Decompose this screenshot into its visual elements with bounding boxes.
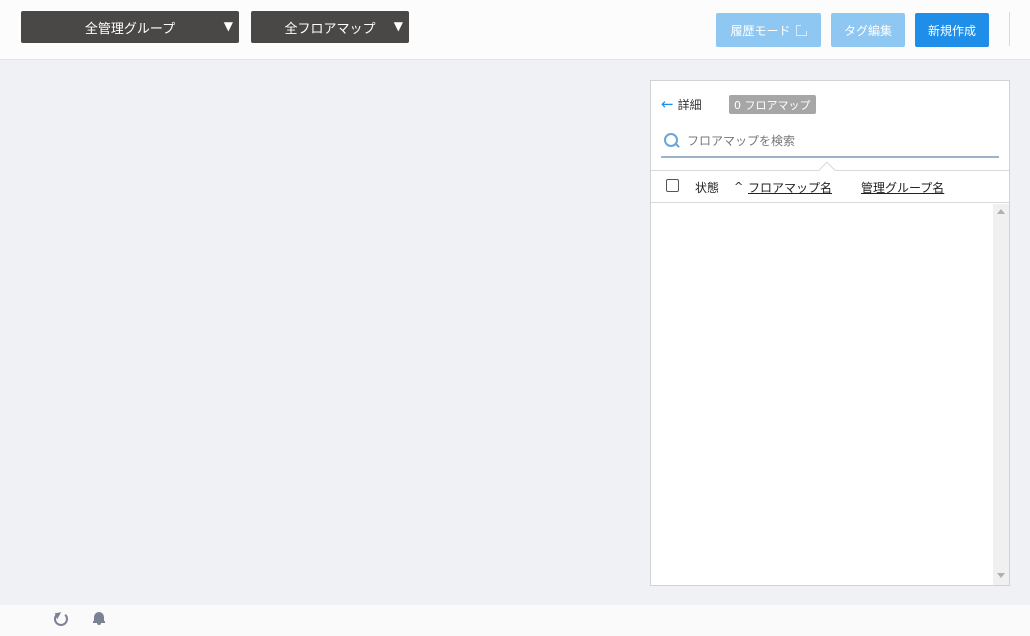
management-group-dropdown-label: 全管理グループ	[84, 21, 176, 37]
dropdown-arrow-icon: ▼	[223, 19, 233, 33]
scroll-up-icon[interactable]	[997, 209, 1005, 214]
tag-edit-button[interactable]: タグ編集	[831, 13, 905, 47]
column-floor-map-name[interactable]: フロアマップ名	[748, 179, 832, 196]
dropdown-arrow-icon: ▼	[393, 19, 403, 33]
header-pointer	[818, 161, 836, 179]
detail-toggle[interactable]: ← 詳細	[661, 96, 702, 113]
select-all-checkbox[interactable]	[666, 179, 679, 192]
refresh-icon[interactable]	[54, 612, 68, 626]
floor-map-dropdown[interactable]: 全フロアマップ ▼	[251, 11, 409, 43]
collapse-arrow-icon: ←	[661, 95, 674, 113]
management-group-dropdown[interactable]: 全管理グループ ▼	[21, 11, 239, 43]
detail-label: 詳細	[677, 98, 702, 112]
floor-map-search	[661, 126, 999, 158]
scroll-down-icon[interactable]	[997, 573, 1005, 578]
search-icon	[663, 132, 681, 150]
search-input[interactable]	[687, 134, 977, 148]
floor-map-list	[651, 204, 1009, 585]
external-link-icon	[795, 24, 807, 36]
history-mode-button[interactable]: 履歴モード	[716, 13, 821, 47]
history-mode-label: 履歴モード	[730, 23, 791, 38]
create-new-button[interactable]: 新規作成	[915, 13, 989, 47]
floor-map-dropdown-label: 全フロアマップ	[284, 21, 376, 37]
bell-icon[interactable]	[93, 611, 105, 625]
list-header: 状態 ^ フロアマップ名 管理グループ名	[651, 161, 1009, 203]
floor-map-list-panel: ← 詳細 0 フロアマップ 状態 ^ フロアマップ名 管理グループ名	[650, 80, 1010, 586]
list-scrollbar[interactable]	[993, 204, 1009, 585]
toolbar-divider	[1009, 12, 1010, 46]
floor-map-count-badge: 0 フロアマップ	[729, 95, 816, 114]
column-status: 状態	[695, 181, 720, 195]
footer-bar	[0, 605, 1030, 636]
create-new-label: 新規作成	[927, 23, 976, 38]
top-toolbar: 全管理グループ ▼ 全フロアマップ ▼ 履歴モード タグ編集 新規作成	[0, 0, 1030, 60]
tag-edit-label: タグ編集	[843, 23, 892, 38]
column-group-name[interactable]: 管理グループ名	[861, 179, 944, 196]
sort-ascending-icon[interactable]: ^	[734, 180, 743, 193]
